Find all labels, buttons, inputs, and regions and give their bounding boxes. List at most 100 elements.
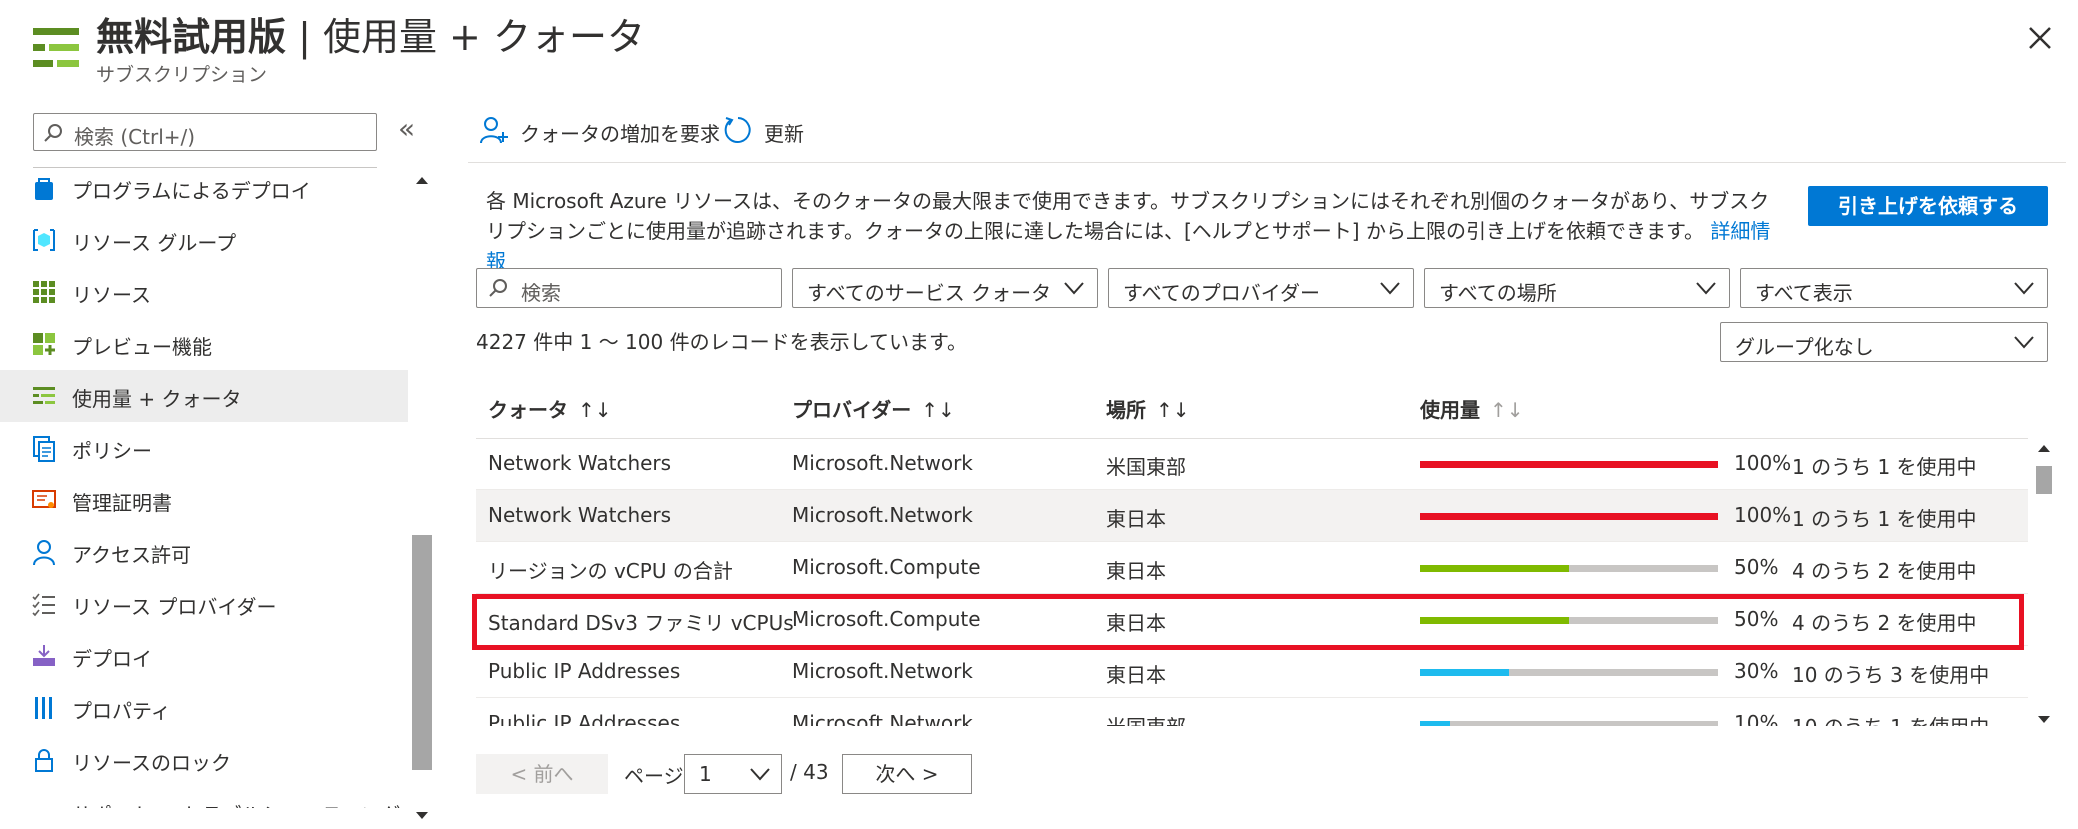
location-cell: 東日本 — [1106, 663, 1166, 687]
request-increase-button[interactable]: 引き上げを依頼する — [1808, 186, 2048, 226]
sidebar-item[interactable]: プロパティ — [0, 682, 408, 734]
quota-name-cell: Network Watchers — [488, 503, 672, 527]
sidebar-item[interactable]: プレビュー機能 — [0, 318, 408, 370]
properties-icon — [35, 697, 52, 719]
service-quota-dropdown[interactable]: すべてのサービス クォータ — [792, 268, 1098, 308]
sidebar-item[interactable]: デプロイ — [0, 630, 408, 682]
location-cell: 東日本 — [1106, 559, 1166, 583]
column-header-provider[interactable]: プロバイダー ↑↓ — [792, 394, 955, 423]
provider-cell: Microsoft.Network — [792, 711, 973, 726]
person-icon — [33, 540, 55, 566]
lock-icon — [35, 749, 53, 772]
close-icon[interactable] — [2022, 20, 2058, 56]
sidebar-item[interactable]: サポート + トラブルシューティング — [0, 786, 408, 808]
quota-table-body: Network Watchers Microsoft.Network 米国東部 100… — [476, 438, 2028, 726]
sidebar-item[interactable]: リソースのロック — [0, 734, 408, 786]
usage-detail: 4 のうち 2 を使用中 — [1792, 559, 1977, 583]
sidebar-item[interactable]: ポリシー — [0, 422, 408, 474]
location-value: すべての場所 — [1439, 281, 1557, 305]
resource-group-icon — [33, 229, 55, 251]
next-page-button[interactable]: 次へ > — [842, 754, 972, 794]
sidebar-item[interactable]: リソース — [0, 266, 408, 318]
sidebar-item[interactable]: リソース グループ — [0, 214, 408, 266]
sort-icon: ↑↓ — [1156, 398, 1190, 422]
service-quota-value: すべてのサービス クォータ — [807, 281, 1052, 305]
sidebar-scroll-thumb[interactable] — [412, 535, 432, 770]
quota-name-cell: Network Watchers — [488, 451, 672, 475]
table-row[interactable]: Network Watchers Microsoft.Network 東日本 100%… — [476, 490, 2028, 542]
table-row[interactable]: リージョンの vCPU の合計 Microsoft.Compute 東日本 50% 4 … — [476, 542, 2028, 594]
provider-list-icon — [32, 593, 55, 617]
usage-quota-icon — [33, 387, 55, 404]
sidebar-item-label: プロパティ — [72, 699, 171, 723]
show-dropdown[interactable]: すべて表示 — [1740, 268, 2048, 308]
usage-detail: 1 のうち 1 を使用中 — [1792, 507, 1977, 531]
sidebar-search-placeholder: 検索 (Ctrl+/) — [74, 125, 196, 149]
chevron-down-icon — [1064, 282, 1084, 295]
usage-bar-fill — [1420, 461, 1718, 468]
sidebar-item-label: 使用量 + クォータ — [72, 387, 242, 411]
chevron-down-icon — [2014, 282, 2034, 295]
sidebar-item-label: リソースのロック — [72, 751, 231, 775]
chevron-down-icon — [1696, 282, 1716, 295]
sidebar-search-input[interactable]: 検索 (Ctrl+/) — [33, 113, 377, 151]
quota-name-cell: Public IP Addresses — [488, 711, 681, 726]
column-header-quota[interactable]: クォータ ↑↓ — [488, 394, 612, 423]
sidebar-item-label: プレビュー機能 — [72, 335, 212, 359]
provider-dropdown[interactable]: すべてのプロバイダー — [1108, 268, 1414, 308]
sidebar-item-label: デプロイ — [72, 647, 152, 671]
provider-cell: Microsoft.Compute — [792, 555, 981, 579]
provider-value: すべてのプロバイダー — [1123, 281, 1320, 305]
group-by-value: グループ化なし — [1735, 335, 1874, 359]
collapse-sidebar-button[interactable]: « — [398, 112, 415, 145]
usage-bar — [1420, 721, 1718, 726]
table-row[interactable]: Public IP Addresses Microsoft.Network 東日本 3… — [476, 646, 2028, 698]
usage-percent: 100% — [1734, 451, 1792, 475]
table-row[interactable]: Public IP Addresses Microsoft.Network 米国東部… — [476, 698, 2028, 726]
location-dropdown[interactable]: すべての場所 — [1424, 268, 1730, 308]
sidebar-menu: プログラムによるデプロイリソース グループ リソースプレビュー機能使用量 + クォ… — [0, 168, 408, 808]
usage-percent: 100% — [1734, 503, 1792, 527]
provider-cell: Microsoft.Network — [792, 503, 973, 527]
sidebar-item[interactable]: プログラムによるデプロイ — [0, 168, 408, 214]
previous-page-button[interactable]: < 前へ — [476, 754, 608, 794]
chevron-down-icon — [1380, 282, 1400, 295]
page-number-dropdown[interactable]: 1 — [684, 754, 782, 794]
sort-icon: ↑↓ — [578, 398, 612, 422]
refresh-icon — [724, 117, 751, 143]
request-quota-label: クォータの増加を要求 — [520, 122, 720, 146]
sidebar-item-label: アクセス許可 — [72, 543, 191, 567]
sidebar-item-label: リソース グループ — [72, 231, 237, 255]
info-text: 各 Microsoft Azure リソースは、そのクォータの最大限まで使用でき… — [486, 189, 1771, 273]
sidebar-item[interactable]: 使用量 + クォータ — [0, 370, 408, 422]
column-header-usage[interactable]: 使用量 ↑↓ — [1420, 394, 1524, 423]
column-header-location[interactable]: 場所 ↑↓ — [1106, 394, 1190, 423]
page-subtitle: サブスクリプション — [96, 64, 268, 86]
show-value: すべて表示 — [1755, 281, 1853, 305]
sidebar-item-label: ポリシー — [72, 439, 152, 463]
refresh-button[interactable]: 更新 — [722, 112, 842, 152]
usage-bar-fill — [1420, 669, 1510, 676]
deploy-bag-icon — [35, 178, 53, 200]
sidebar-item-label: リソース — [72, 283, 151, 307]
sidebar-item[interactable]: 管理証明書 — [0, 474, 408, 526]
location-cell: 東日本 — [1106, 507, 1166, 531]
table-row[interactable]: Network Watchers Microsoft.Network 米国東部 100… — [476, 438, 2028, 490]
usage-bar-fill — [1420, 513, 1718, 520]
usage-detail: 1 のうち 1 を使用中 — [1792, 455, 1977, 479]
request-quota-increase-button[interactable]: クォータの増加を要求 — [478, 112, 720, 152]
page-number-value: 1 — [699, 762, 712, 786]
sidebar-item[interactable]: アクセス許可 — [0, 526, 408, 578]
usage-bar-fill — [1420, 565, 1569, 572]
sort-icon: ↑↓ — [1490, 398, 1524, 422]
page-title: 無料試用版 | 使用量 + クォータ — [96, 15, 645, 59]
usage-percent: 50% — [1734, 555, 1779, 579]
certificate-icon — [32, 490, 56, 508]
sidebar-item[interactable]: リソース プロバイダー — [0, 578, 408, 630]
usage-bar — [1420, 669, 1718, 676]
table-scrollbar[interactable] — [2034, 440, 2054, 728]
search-icon — [44, 124, 62, 142]
usage-percent: 10% — [1734, 711, 1779, 726]
group-by-dropdown[interactable]: グループ化なし — [1720, 322, 2048, 362]
table-search-input[interactable]: 検索 — [476, 268, 782, 308]
